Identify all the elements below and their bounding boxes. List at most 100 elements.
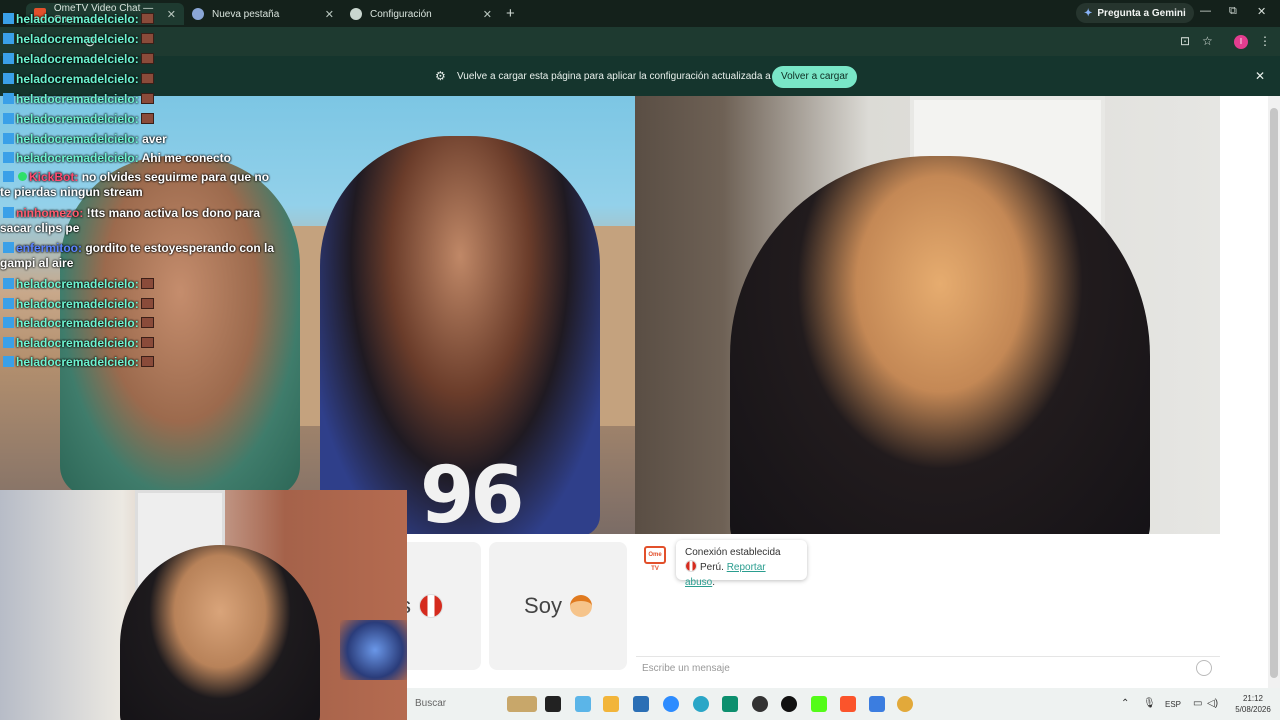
task-view-icon[interactable] [545, 696, 561, 712]
restore-button[interactable]: ⧉ [1229, 5, 1237, 18]
connection-details: Perú. Reportar abuso. [685, 560, 798, 590]
tab-new[interactable]: Nueva pestaña ✕ [184, 3, 342, 25]
country-filter-button[interactable]: s [400, 542, 481, 670]
app-icon[interactable] [633, 696, 649, 712]
stream-chat-line: heladocremadelcielo: [0, 336, 154, 350]
language-indicator[interactable]: ESP [1165, 700, 1181, 709]
close-tab-icon[interactable]: ✕ [325, 8, 334, 21]
stream-chat-line: ninhomezo: !tts mano activa los dono par… [0, 206, 280, 236]
new-tab-button[interactable]: + [506, 5, 515, 22]
emote-icon [140, 317, 154, 328]
chat-username: KickBot: [29, 170, 79, 184]
chat-username: heladocremadelcielo: [16, 32, 139, 46]
stream-chat-line: heladocremadelcielo: [0, 12, 154, 26]
badge-icon [3, 278, 14, 289]
emoji-picker-icon[interactable] [1196, 660, 1212, 676]
chat-username: heladocremadelcielo: [16, 72, 139, 86]
chat-panel: Ome TV Conexión establecida Perú. Report… [636, 534, 1220, 684]
menu-kebab-icon[interactable]: ⋮ [1259, 34, 1271, 48]
stream-chat-line: heladocremadelcielo: [0, 112, 154, 126]
widget-icon[interactable] [507, 696, 537, 712]
stream-chat-line: heladocremadelcielo: [0, 316, 154, 330]
clock-date: 5/08/2026 [1235, 705, 1271, 714]
obs-icon[interactable] [752, 696, 768, 712]
emote-icon [140, 73, 154, 84]
chat-username: heladocremadelcielo: [16, 297, 139, 311]
emote-icon [140, 93, 154, 104]
store-icon[interactable] [575, 696, 591, 712]
stream-chat-line: KickBot: no olvides seguirme para que no… [0, 170, 280, 200]
stream-chat-line: heladocremadelcielo: [0, 92, 154, 106]
emote-icon [140, 53, 154, 64]
clock-time: 21:12 [1242, 694, 1264, 703]
install-app-icon[interactable]: ⊡ [1180, 34, 1190, 48]
close-window-button[interactable]: ✕ [1257, 5, 1266, 18]
emote-icon [140, 298, 154, 309]
self-video [635, 96, 1220, 534]
peru-flag-icon [419, 594, 443, 618]
peru-flag-icon [685, 560, 697, 572]
ometv-logo: Ome TV [644, 546, 666, 572]
edge-icon[interactable] [693, 696, 709, 712]
badge-icon [3, 113, 14, 124]
folder-icon[interactable] [603, 696, 619, 712]
network-icon[interactable]: ▭ [1193, 698, 1202, 709]
stream-chat-line: heladocremadelcielo: [0, 32, 154, 46]
microphone-icon[interactable]: 🎙 [1143, 698, 1156, 709]
badge-icon [3, 242, 14, 253]
message-input[interactable]: Escribe un mensaje [636, 656, 1220, 680]
bookmark-star-icon[interactable]: ☆ [1202, 34, 1213, 48]
gemini-label: Pregunta a Gemini [1097, 7, 1186, 19]
badge-icon [3, 356, 14, 367]
profile-avatar[interactable]: I [1234, 35, 1248, 49]
badge-icon [3, 152, 14, 163]
emote-icon [140, 113, 154, 124]
emote-icon [140, 356, 154, 367]
windows-taskbar: ⌕ Buscar ⌃ 🎙 ESP ▭ ◁) 21:12 5/08/2026 [407, 688, 1280, 720]
chevron-up-icon[interactable]: ⌃ [1121, 698, 1129, 709]
system-clock[interactable]: 21:12 5/08/2026 [1230, 693, 1276, 715]
brave-icon[interactable] [840, 696, 856, 712]
close-infobar-icon[interactable]: ✕ [1255, 69, 1265, 83]
tab-settings[interactable]: Configuración ✕ [342, 3, 500, 25]
report-abuse-link[interactable]: Reportar abuso [685, 562, 766, 588]
stream-chat-line: heladocremadelcielo: [0, 277, 154, 291]
reload-button[interactable]: Volver a cargar [772, 66, 858, 88]
chat-username: heladocremadelcielo: [16, 316, 139, 330]
emote-icon [140, 337, 154, 348]
emote-icon [140, 33, 154, 44]
chat-username: heladocremadelcielo: [16, 52, 139, 66]
shirt-number: 96 [420, 451, 525, 534]
emote-icon [140, 13, 154, 24]
chrome-icon[interactable] [897, 696, 913, 712]
tab-label: Nueva pestaña [212, 8, 280, 20]
zoom-icon[interactable] [663, 696, 679, 712]
vpn-icon[interactable] [722, 696, 738, 712]
page-scrollbar[interactable] [1268, 96, 1280, 688]
chat-username: enfermitoo: [16, 241, 82, 255]
app-g-icon[interactable] [781, 696, 797, 712]
app-icon[interactable] [869, 696, 885, 712]
gemini-button[interactable]: ✦ Pregunta a Gemini [1076, 3, 1194, 23]
chat-username: heladocremadelcielo: [16, 12, 139, 26]
chat-username: heladocremadelcielo: [16, 355, 139, 369]
kick-icon[interactable] [811, 696, 827, 712]
gender-button[interactable]: Soy [489, 542, 627, 670]
connection-message: Conexión establecida Perú. Reportar abus… [676, 540, 807, 588]
minimize-button[interactable]: — [1200, 5, 1211, 17]
stream-chat-line: enfermitoo: gordito te estoyesperando co… [0, 241, 280, 271]
chat-username: heladocremadelcielo: [16, 277, 139, 291]
badge-icon [3, 13, 14, 24]
settings-gear-icon: ⚙ [435, 69, 446, 83]
badge-icon [3, 53, 14, 64]
close-tab-icon[interactable]: ✕ [167, 8, 176, 21]
stream-chat-line: heladocremadelcielo: [0, 355, 154, 369]
volume-icon[interactable]: ◁) [1207, 698, 1218, 709]
chat-username: heladocremadelcielo: [16, 336, 139, 350]
scrollbar-thumb[interactable] [1270, 108, 1278, 678]
person-silhouette [730, 156, 1150, 534]
chat-username: heladocremadelcielo: [16, 151, 139, 165]
close-tab-icon[interactable]: ✕ [483, 8, 492, 21]
chat-message: Ahi me conecto [141, 151, 231, 165]
chat-message: aver [142, 132, 167, 146]
